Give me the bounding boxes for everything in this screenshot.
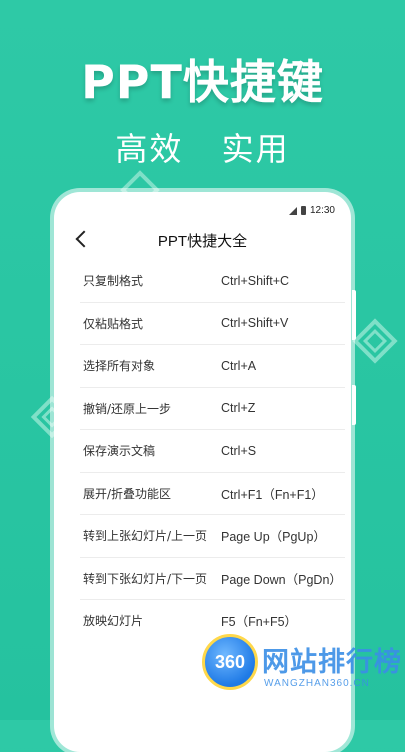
- list-item[interactable]: 转到下张幻灯片/下一页 Page Down（PgDn）: [80, 558, 345, 600]
- status-bar: 12:30: [288, 205, 335, 216]
- list-item[interactable]: 转到上张幻灯片/上一页 Page Up（PgUp）: [80, 515, 345, 558]
- shortcut-name: 撤销/还原上一步: [83, 401, 172, 416]
- list-item[interactable]: 展开/折叠功能区 Ctrl+F1（Fn+F1）: [80, 473, 345, 515]
- shortcut-keys: Page Up（PgUp）: [221, 530, 326, 545]
- watermark: 360 网站排行榜 WANGZHAN360.CN: [190, 634, 405, 720]
- shortcut-name: 仅粘贴格式: [83, 316, 144, 331]
- list-item[interactable]: 只复制格式 Ctrl+Shift+C: [80, 260, 345, 303]
- watermark-url: WANGZHAN360.CN: [264, 678, 370, 689]
- shortcut-name: 放映幻灯片: [83, 614, 144, 629]
- shortcut-keys: Ctrl+Shift+C: [221, 273, 290, 288]
- shortcut-name: 转到上张幻灯片/上一页: [83, 529, 208, 544]
- list-item[interactable]: 保存演示文稿 Ctrl+S: [80, 430, 345, 473]
- phone-side-button-lower: [352, 385, 356, 425]
- shortcut-keys: Ctrl+S: [221, 443, 257, 458]
- shortcut-list: 只复制格式 Ctrl+Shift+C 仅粘贴格式 Ctrl+Shift+V 选择…: [80, 260, 345, 642]
- shortcut-keys: Ctrl+Z: [221, 401, 256, 416]
- shortcut-keys: Ctrl+A: [221, 358, 257, 373]
- hero-subtitle: 高效 实用: [115, 130, 290, 168]
- watermark-name: 网站排行榜: [262, 647, 402, 678]
- shortcut-name: 只复制格式: [83, 274, 144, 289]
- signal-icon: [288, 206, 297, 215]
- battery-icon: [300, 206, 306, 215]
- nav-header: PPT快捷大全: [54, 226, 351, 256]
- phone-side-button-upper: [352, 290, 356, 340]
- list-item[interactable]: 选择所有对象 Ctrl+A: [80, 345, 345, 388]
- list-item[interactable]: 仅粘贴格式 Ctrl+Shift+V: [80, 303, 345, 345]
- shortcut-name: 转到下张幻灯片/下一页: [83, 571, 208, 586]
- shortcut-keys: Ctrl+Shift+V: [221, 316, 289, 331]
- list-item[interactable]: 撤销/还原上一步 Ctrl+Z: [80, 388, 345, 430]
- shortcut-keys: F5（Fn+F5）: [221, 615, 298, 630]
- shortcut-keys: Page Down（PgDn）: [221, 572, 342, 587]
- shortcut-name: 保存演示文稿: [83, 444, 156, 459]
- hero-title: PPT快捷键: [81, 55, 324, 109]
- shortcut-keys: Ctrl+F1（Fn+F1）: [221, 487, 324, 502]
- shortcut-name: 展开/折叠功能区: [83, 486, 172, 501]
- page-title: PPT快捷大全: [157, 233, 248, 250]
- status-time: 12:30: [309, 205, 335, 216]
- decor-diamond-right: [352, 318, 398, 364]
- watermark-logo: 360: [202, 634, 258, 690]
- shortcut-name: 选择所有对象: [83, 359, 156, 374]
